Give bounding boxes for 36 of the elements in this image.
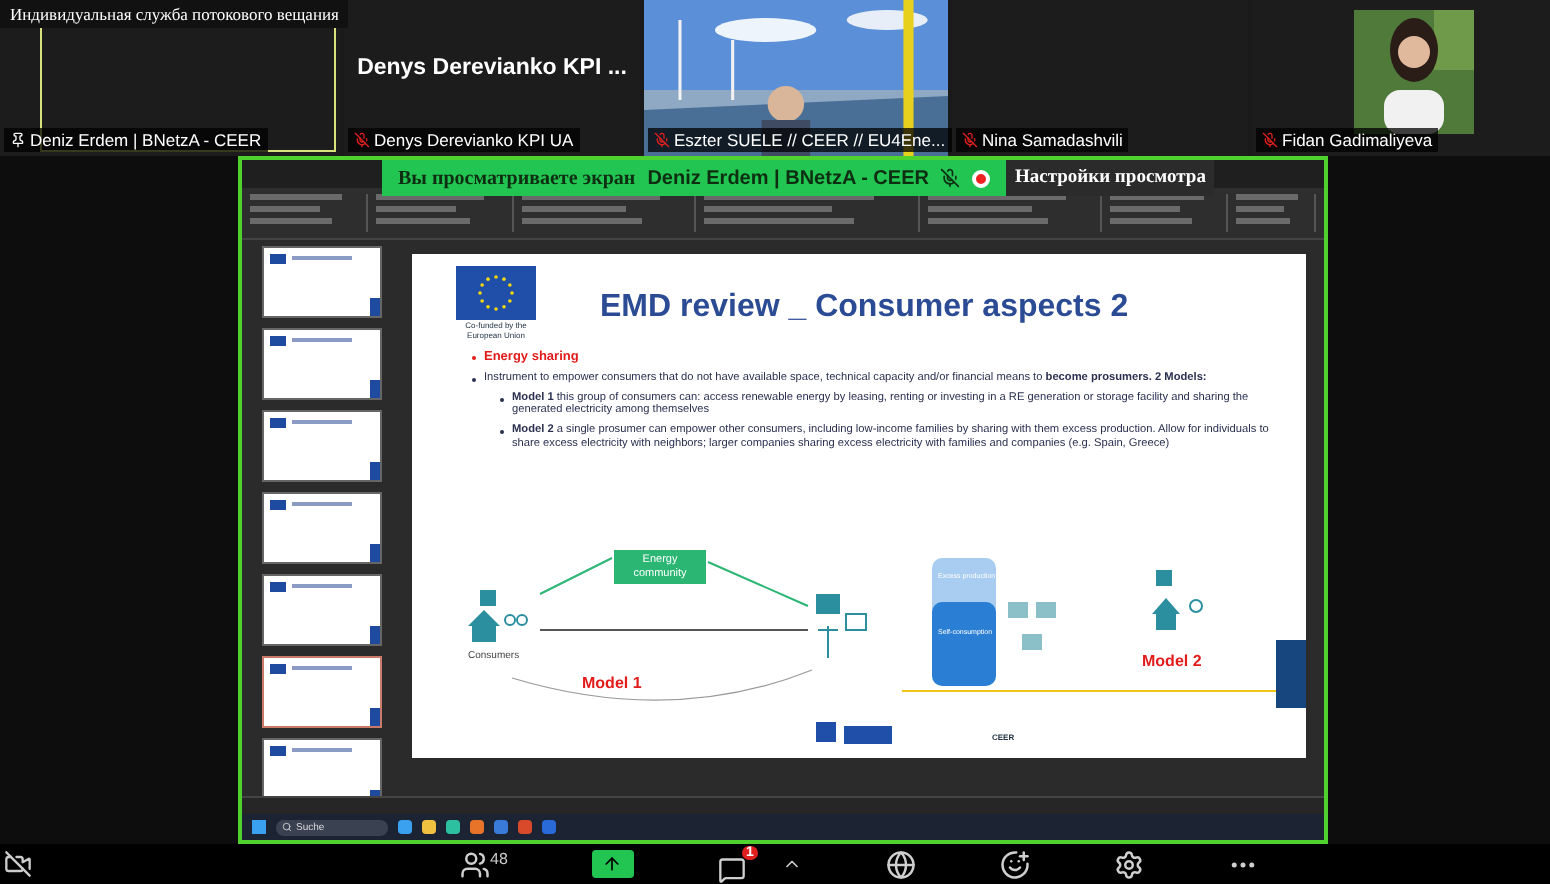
slide-thumbnail[interactable] bbox=[262, 328, 382, 400]
start-icon[interactable] bbox=[252, 820, 266, 834]
eu-flag-icon bbox=[456, 266, 536, 320]
participants-button[interactable]: 48 bbox=[460, 849, 508, 879]
participant-name: Nina Samadashvili bbox=[982, 130, 1123, 150]
participant-name: Fidan Gadimaliyeva bbox=[1282, 130, 1433, 150]
slide-thumbnail[interactable] bbox=[262, 574, 382, 646]
presenter-name: Deniz Erdem | BNetzA - CEER bbox=[647, 167, 929, 189]
stream-caption: Индивидуальная служба потокового вещания bbox=[0, 0, 349, 28]
participant-name: Eszter SUELE // CEER // EU4Ene... bbox=[674, 130, 946, 150]
arrow-up-icon bbox=[602, 854, 623, 874]
slide-thumbnail[interactable] bbox=[262, 492, 382, 564]
mic-off-icon bbox=[940, 168, 961, 188]
side-bar bbox=[1276, 640, 1306, 708]
logo-icon bbox=[816, 722, 896, 746]
video-off-icon[interactable] bbox=[4, 850, 32, 878]
model-label: Model 1 bbox=[582, 674, 642, 692]
participant-name: Denys Derevianko KPI UA bbox=[374, 130, 574, 150]
globe-icon[interactable] bbox=[885, 849, 916, 879]
view-options-button[interactable]: Настройки просмотра bbox=[1006, 160, 1214, 196]
participant-name: Deniz Erdem | BNetzA - CEER bbox=[30, 130, 262, 150]
model-label: Model 2 bbox=[1142, 652, 1202, 670]
plant-icon bbox=[812, 590, 868, 658]
share-button[interactable] bbox=[591, 850, 634, 878]
slide-thumbnail[interactable] bbox=[262, 246, 382, 318]
slide-thumbnail[interactable] bbox=[262, 656, 382, 728]
record-icon bbox=[972, 169, 991, 187]
slide-title: EMD review _ Consumer aspects 2 bbox=[600, 290, 1129, 326]
participant-title: Denys Derevianko KPI ... bbox=[357, 56, 627, 80]
consumers-icon bbox=[468, 590, 532, 642]
reactions-icon[interactable] bbox=[999, 849, 1030, 879]
settings-icon[interactable] bbox=[1113, 849, 1144, 879]
banner-label: Вы просматриваете экран bbox=[398, 167, 636, 189]
search-icon bbox=[282, 822, 292, 832]
slide-thumbnail[interactable] bbox=[262, 410, 382, 482]
slide-thumbnail[interactable] bbox=[262, 738, 382, 796]
